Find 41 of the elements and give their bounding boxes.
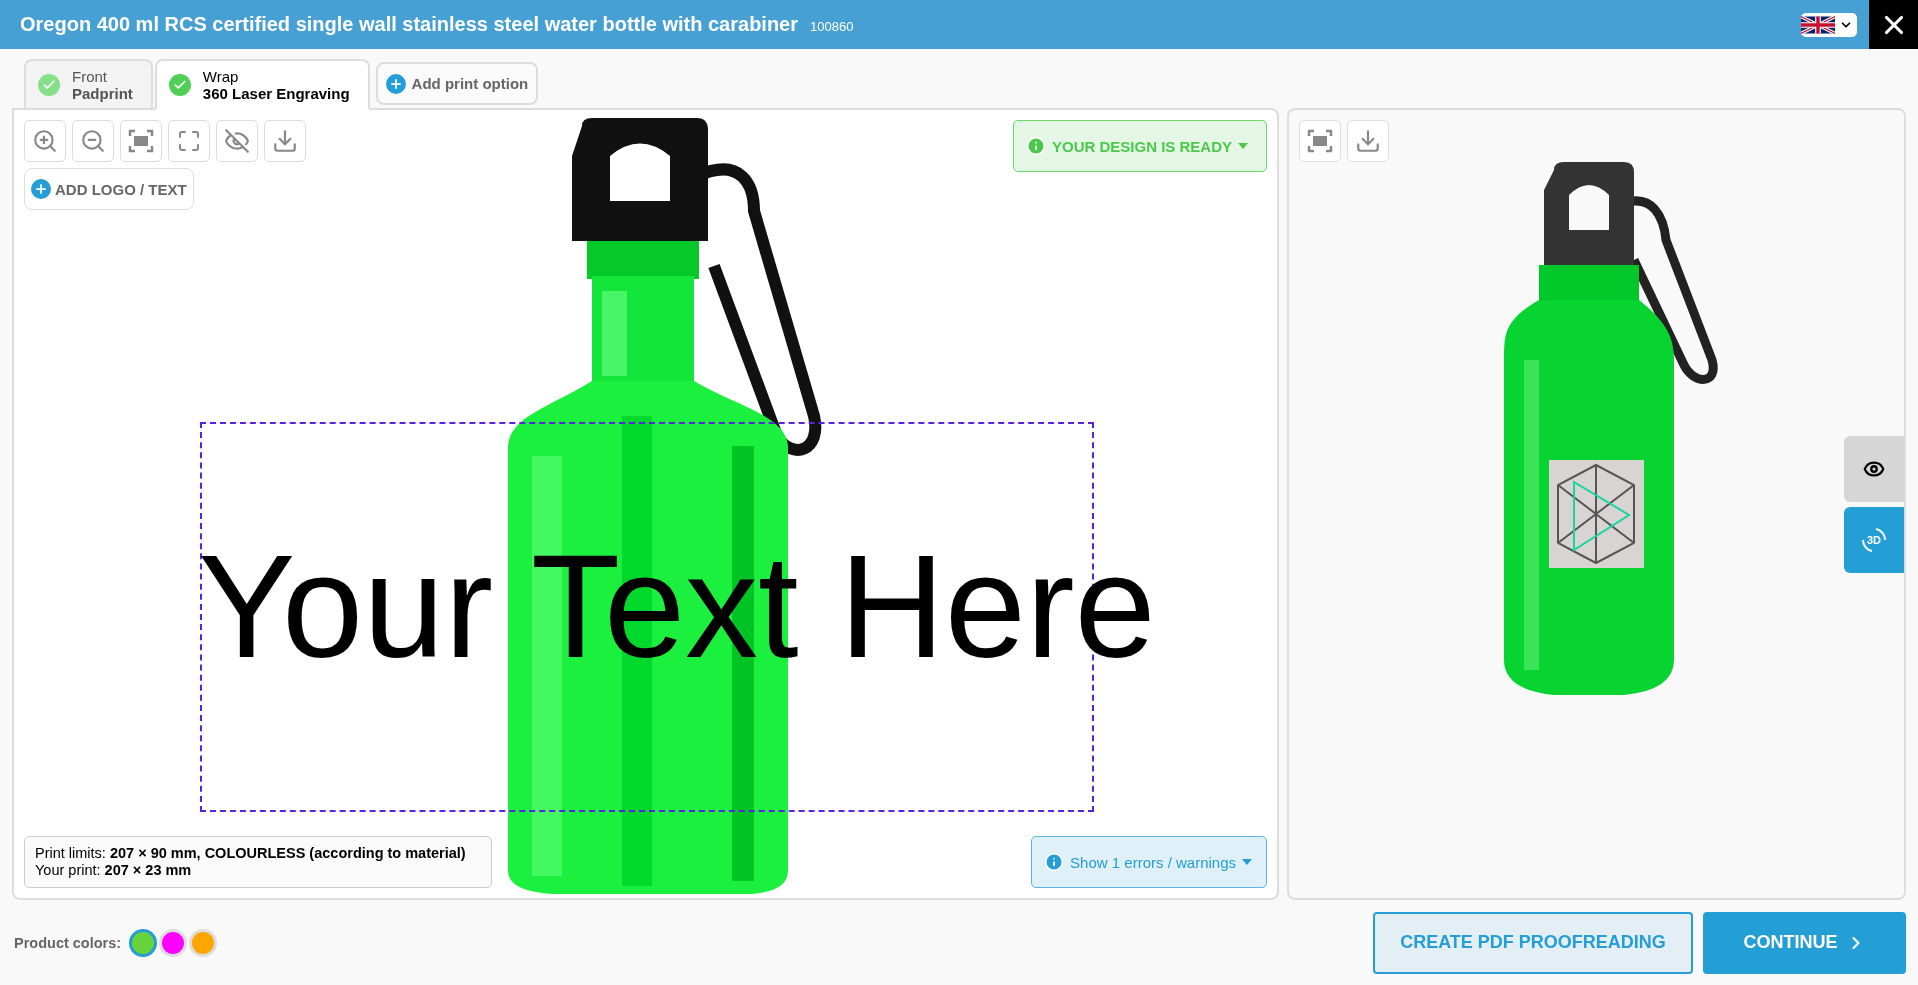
product-code: 100860	[810, 18, 854, 34]
check-icon	[38, 73, 60, 96]
fit-screen-button[interactable]	[120, 120, 162, 162]
fit-screen-button[interactable]	[1299, 120, 1341, 162]
close-button[interactable]	[1869, 0, 1918, 49]
window-title: Oregon 400 ml RCS certified single wall stainless steel water bottle with carabiner	[20, 13, 799, 36]
hide-button[interactable]	[216, 120, 258, 162]
continue-button[interactable]: CONTINUE	[1703, 911, 1906, 974]
fullscreen-icon	[177, 129, 201, 153]
eye-off-icon	[224, 128, 250, 154]
download-icon	[1355, 128, 1381, 154]
info-icon	[1044, 852, 1065, 872]
download-button[interactable]	[264, 120, 306, 162]
info-line: Your print: 207 × 23 mm	[35, 862, 193, 879]
print-tab[interactable]: Wrap 360 Laser Engraving	[154, 59, 370, 110]
add-logo-text-button[interactable]: ADD LOGO / TEXT	[24, 168, 194, 210]
view-3d-button[interactable]: 3D	[1844, 507, 1904, 573]
download-icon	[272, 128, 298, 154]
check-icon	[168, 73, 191, 96]
info-line: Print limits: 207 × 90 mm, COLOURLESS (according to material)	[35, 845, 467, 862]
zoom-out-icon	[80, 128, 106, 154]
caret-icon	[1238, 143, 1248, 149]
preview-button[interactable]	[1844, 436, 1904, 502]
color-swatch[interactable]	[129, 928, 158, 957]
product-colors-label: Product colors:	[14, 934, 122, 951]
add-print-option-button[interactable]: Add print option	[375, 62, 539, 105]
fit-screen-icon	[1307, 128, 1333, 154]
plus-icon	[385, 73, 406, 94]
language-select[interactable]	[1801, 12, 1857, 37]
zoom-in-icon	[32, 128, 58, 154]
flag-icon	[1801, 13, 1835, 36]
fit-screen-icon	[128, 128, 154, 154]
fullscreen-button[interactable]	[168, 120, 210, 162]
download-button[interactable]	[1347, 120, 1389, 162]
zoom-out-button[interactable]	[72, 120, 114, 162]
plus-icon	[31, 179, 51, 199]
zoom-in-button[interactable]	[24, 120, 66, 162]
rotate-icon	[1860, 526, 1888, 554]
print-tab[interactable]: Front Padprint	[24, 59, 153, 110]
caret-icon	[1242, 859, 1252, 865]
info-icon	[1025, 136, 1046, 156]
